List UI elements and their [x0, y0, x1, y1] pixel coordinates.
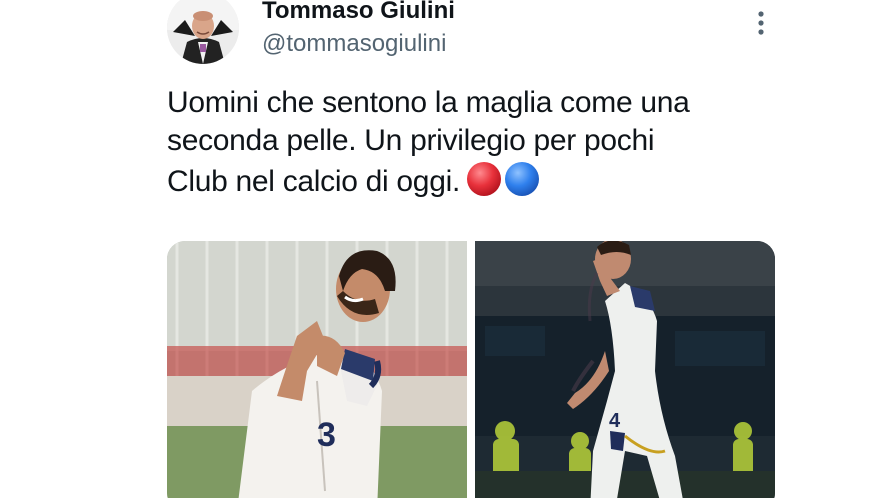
- photo-1[interactable]: 3: [167, 241, 467, 498]
- player-celebration-photo-icon: 3: [167, 241, 467, 498]
- emoji-group: [466, 160, 544, 198]
- display-name[interactable]: Tommaso Giulini: [262, 0, 455, 25]
- svg-text:3: 3: [317, 416, 336, 454]
- more-vertical-icon: [758, 11, 764, 35]
- tweet-text-line: seconda pelle. Un privilegio per pochi: [167, 124, 655, 157]
- svg-text:4: 4: [609, 410, 621, 432]
- more-options-button[interactable]: [746, 6, 776, 42]
- avatar[interactable]: [167, 0, 239, 64]
- tweet-text-line-last: Club nel calcio di oggi.: [167, 160, 807, 201]
- tweet-text: Uomini che sentono la maglia come una se…: [167, 84, 807, 201]
- blue-circle-icon: [504, 162, 539, 196]
- player-kissing-badge-photo-icon: 4: [475, 241, 775, 498]
- tweet: Tommaso Giulini @tommasogiulini Uomini c…: [0, 0, 886, 498]
- tweet-text-line-content: Club nel calcio di oggi.: [167, 165, 460, 198]
- media-grid: 3 4: [167, 241, 775, 498]
- red-circle-icon: [466, 162, 501, 196]
- user-handle[interactable]: @tommasogiulini: [262, 30, 446, 58]
- tweet-text-line: Uomini che sentono la maglia come una: [167, 86, 690, 119]
- photo-2[interactable]: 4: [475, 241, 775, 498]
